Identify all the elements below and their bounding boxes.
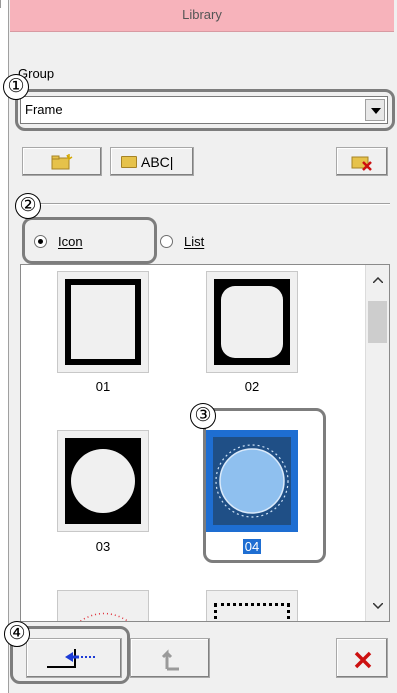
callout-frame-3 <box>203 408 326 563</box>
scrollbar-thumb[interactable] <box>368 301 387 343</box>
list-item[interactable] <box>57 271 149 373</box>
dotted-frame-preview <box>214 603 290 621</box>
frame-rounded-preview <box>214 279 290 365</box>
scroll-down-icon[interactable] <box>373 603 383 609</box>
delete-folder-icon <box>351 156 372 171</box>
callout-number-4: ④ <box>4 621 30 647</box>
separator <box>20 203 390 205</box>
callout-number-1: ① <box>3 74 29 100</box>
up-arrow-icon <box>161 649 179 671</box>
up-button[interactable] <box>130 638 210 678</box>
frame-circle-preview <box>65 438 141 524</box>
frame-square-preview <box>65 279 141 365</box>
list-item[interactable] <box>57 590 149 621</box>
item-caption: 01 <box>95 379 111 394</box>
callout-number-2: ② <box>15 193 41 219</box>
scroll-up-icon[interactable] <box>373 277 383 283</box>
rename-folder-label: ABC| <box>141 154 174 170</box>
dotted-arc-preview <box>79 612 129 621</box>
library-title: Library <box>182 7 222 22</box>
close-button[interactable] <box>336 638 388 678</box>
list-radio-circle <box>160 235 173 248</box>
callout-frame-1 <box>15 89 395 131</box>
list-item[interactable] <box>206 271 298 373</box>
rename-folder-icon <box>121 156 137 168</box>
window-edge <box>0 0 1 8</box>
list-scrollbar[interactable] <box>365 265 389 621</box>
close-x-icon <box>354 651 372 669</box>
list-item[interactable] <box>206 590 298 621</box>
item-caption: 02 <box>244 379 260 394</box>
list-view-radio[interactable]: List <box>160 233 230 251</box>
item-caption: 03 <box>95 539 111 554</box>
callout-frame-2 <box>22 217 157 264</box>
new-folder-button[interactable] <box>22 147 102 176</box>
list-item[interactable] <box>57 430 149 532</box>
callout-number-3: ③ <box>190 403 216 429</box>
rename-folder-button[interactable]: ABC| <box>110 147 194 176</box>
list-view-label: List <box>184 234 205 249</box>
new-folder-icon <box>51 154 73 170</box>
delete-folder-button[interactable] <box>336 147 388 176</box>
